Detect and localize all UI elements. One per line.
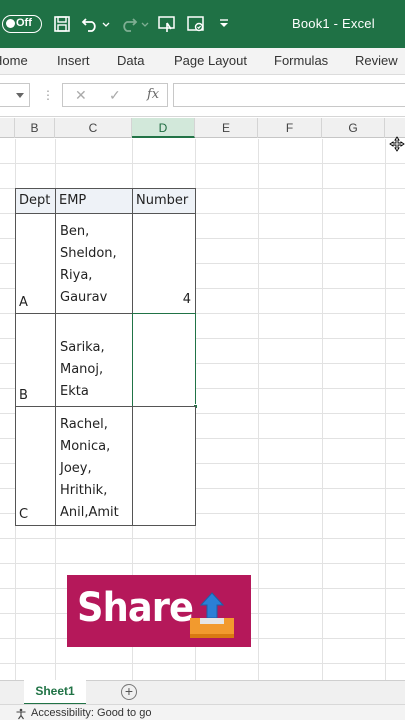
customize-qat-icon[interactable] — [214, 14, 234, 34]
tab-review[interactable]: Review — [355, 53, 398, 68]
formula-bar: ⋮ ✕ ✓ fx — [0, 75, 405, 117]
emp-name: Monica, — [60, 439, 111, 454]
tab-insert[interactable]: Insert — [57, 53, 90, 68]
add-sheet-button[interactable]: + — [121, 684, 137, 700]
emp-name: Joey, — [60, 461, 92, 476]
grid-line — [385, 139, 386, 680]
touch-mode-icon[interactable] — [157, 14, 177, 34]
column-header-b[interactable]: B — [15, 118, 55, 138]
cancel-icon[interactable]: ✕ — [75, 87, 87, 104]
sheet-tab-sheet1[interactable]: Sheet1 — [24, 680, 86, 705]
dept-cell-a[interactable]: A — [15, 213, 56, 314]
dept-label: A — [19, 295, 28, 310]
column-header-g[interactable]: G — [322, 118, 385, 138]
ribbon-tabs: Home Insert Data Page Layout Formulas Re… — [0, 48, 405, 75]
emp-name: Riya, — [60, 268, 93, 283]
emp-name: Ekta — [60, 384, 89, 399]
undo-icon[interactable] — [80, 14, 100, 34]
insert-function-icon[interactable]: fx — [147, 87, 159, 102]
emp-cell-b[interactable]: Sarika, Manoj, Ekta — [55, 313, 133, 407]
emp-cell-c[interactable]: Rachel, Monica, Joey, Hrithik, Anil,Amit — [55, 406, 133, 526]
redo-dropdown-icon[interactable] — [140, 14, 150, 34]
grid-line — [322, 139, 323, 680]
column-header-d[interactable]: D — [132, 118, 195, 138]
form-icon[interactable] — [186, 14, 206, 34]
header-cell-number[interactable]: Number — [132, 188, 196, 214]
formula-bar-separator[interactable]: ⋮ — [42, 88, 54, 102]
accessibility-status[interactable]: Accessibility: Good to go — [31, 707, 151, 719]
column-header-c[interactable]: C — [55, 118, 132, 138]
redo-icon[interactable] — [119, 14, 139, 34]
autosave-toggle[interactable]: Off — [2, 15, 42, 33]
header-cell-emp[interactable]: EMP — [55, 188, 133, 214]
dept-cell-b[interactable]: B — [15, 313, 56, 407]
status-bar: Accessibility: Good to go — [0, 704, 405, 720]
accessibility-icon[interactable] — [15, 707, 27, 720]
tab-page-layout[interactable]: Page Layout — [174, 53, 247, 68]
column-headers: B C D E F G — [0, 118, 405, 138]
select-all-corner[interactable] — [0, 118, 15, 138]
move-cursor-icon — [389, 136, 405, 152]
emp-name: Rachel, — [60, 417, 108, 432]
sheet-tab-bar: Sheet1 + — [0, 680, 405, 705]
tab-formulas[interactable]: Formulas — [274, 53, 328, 68]
autosave-knob — [6, 19, 15, 28]
dept-label: B — [19, 388, 28, 403]
title-bar: Off Book1 - Excel — [0, 0, 405, 48]
autosave-label: Off — [16, 17, 32, 29]
header-cell-dept[interactable]: Dept — [15, 188, 56, 214]
column-header-f[interactable]: F — [258, 118, 322, 138]
emp-name: Ben, — [60, 224, 90, 239]
save-icon[interactable] — [52, 14, 72, 34]
grid-line — [258, 139, 259, 680]
share-upload-icon — [186, 592, 238, 640]
emp-cell-a[interactable]: Ben, Sheldon, Riya, Gaurav — [55, 213, 133, 314]
emp-name: Gaurav — [60, 290, 108, 305]
tab-data[interactable]: Data — [117, 53, 144, 68]
share-banner[interactable]: Share — [67, 575, 251, 647]
document-title: Book1 - Excel — [292, 16, 375, 31]
dept-label: C — [19, 507, 29, 522]
number-value: 4 — [182, 292, 191, 307]
enter-icon[interactable]: ✓ — [109, 87, 121, 104]
number-cell-b-selected[interactable] — [132, 313, 198, 409]
emp-name: Manoj, — [60, 362, 104, 377]
column-header-e[interactable]: E — [195, 118, 258, 138]
dept-cell-c[interactable]: C — [15, 406, 56, 526]
formula-input[interactable] — [173, 83, 405, 107]
number-cell-c[interactable] — [132, 406, 196, 526]
tab-home[interactable]: Home — [0, 53, 28, 68]
number-cell-a[interactable]: 4 — [132, 213, 196, 314]
emp-name: Sarika, — [60, 340, 105, 355]
emp-name: Anil,Amit — [60, 505, 119, 520]
chevron-down-icon[interactable] — [16, 93, 24, 98]
emp-name: Sheldon, — [60, 246, 117, 261]
name-box[interactable] — [0, 83, 30, 107]
emp-name: Hrithik, — [60, 483, 108, 498]
share-label: Share — [77, 585, 194, 631]
formula-buttons: ✕ ✓ fx — [62, 83, 168, 107]
undo-dropdown-icon[interactable] — [101, 14, 111, 34]
